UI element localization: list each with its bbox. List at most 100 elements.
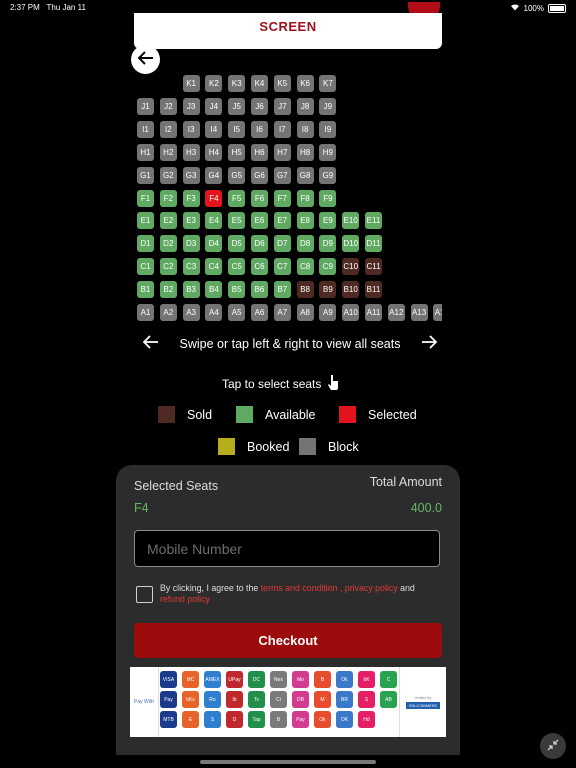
seat-h2[interactable]: H2 bbox=[159, 143, 177, 161]
seat-i1[interactable]: I1 bbox=[137, 120, 154, 138]
seat-d9[interactable]: D9 bbox=[319, 235, 337, 253]
refund-link[interactable]: refund policy bbox=[160, 594, 210, 604]
seat-k6[interactable]: K6 bbox=[296, 75, 314, 92]
seat-g9[interactable]: G9 bbox=[319, 166, 337, 184]
seat-a4[interactable]: A4 bbox=[205, 304, 223, 321]
seat-c5[interactable]: C5 bbox=[228, 258, 246, 276]
seat-c2[interactable]: C2 bbox=[159, 258, 177, 276]
agree-checkbox[interactable] bbox=[136, 586, 153, 603]
seat-i6[interactable]: I6 bbox=[251, 120, 268, 138]
seat-a8[interactable]: A8 bbox=[296, 304, 314, 321]
seat-b2[interactable]: B2 bbox=[159, 281, 177, 299]
seat-k1[interactable]: K1 bbox=[182, 75, 200, 92]
seat-i7[interactable]: I7 bbox=[273, 120, 291, 138]
privacy-link[interactable]: privacy policy bbox=[345, 583, 398, 593]
seat-e2[interactable]: E2 bbox=[159, 212, 177, 230]
seat-h4[interactable]: H4 bbox=[205, 143, 223, 161]
seat-e9[interactable]: E9 bbox=[319, 212, 337, 230]
seat-d10[interactable]: D10 bbox=[342, 235, 360, 253]
seat-i2[interactable]: I2 bbox=[159, 120, 177, 138]
seat-j6[interactable]: J6 bbox=[251, 97, 268, 115]
seat-j8[interactable]: J8 bbox=[296, 97, 314, 115]
seat-c11[interactable]: C11 bbox=[365, 258, 382, 276]
seat-a13[interactable]: A13 bbox=[410, 304, 428, 321]
seat-d7[interactable]: D7 bbox=[273, 235, 291, 253]
seat-j7[interactable]: J7 bbox=[273, 97, 291, 115]
seat-b8[interactable]: B8 bbox=[296, 281, 314, 299]
seat-k7[interactable]: K7 bbox=[319, 75, 337, 92]
seat-c1[interactable]: C1 bbox=[137, 258, 154, 276]
seat-g6[interactable]: G6 bbox=[251, 166, 268, 184]
seat-e4[interactable]: E4 bbox=[205, 212, 223, 230]
seat-a14[interactable]: A14 bbox=[433, 304, 442, 321]
seat-a10[interactable]: A10 bbox=[342, 304, 360, 321]
seat-c7[interactable]: C7 bbox=[273, 258, 291, 276]
seat-j3[interactable]: J3 bbox=[182, 97, 200, 115]
seat-b10[interactable]: B10 bbox=[342, 281, 360, 299]
seat-i5[interactable]: I5 bbox=[228, 120, 246, 138]
seat-h6[interactable]: H6 bbox=[251, 143, 268, 161]
seat-d3[interactable]: D3 bbox=[182, 235, 200, 253]
arrow-left-icon[interactable] bbox=[142, 335, 159, 352]
seat-e1[interactable]: E1 bbox=[137, 212, 154, 230]
seat-d11[interactable]: D11 bbox=[365, 235, 382, 253]
seat-f9[interactable]: F9 bbox=[319, 189, 337, 207]
shrink-button[interactable] bbox=[540, 733, 566, 759]
seat-c10[interactable]: C10 bbox=[342, 258, 360, 276]
seat-i9[interactable]: I9 bbox=[319, 120, 337, 138]
seat-f7[interactable]: F7 bbox=[273, 189, 291, 207]
seat-d2[interactable]: D2 bbox=[159, 235, 177, 253]
seat-e5[interactable]: E5 bbox=[228, 212, 246, 230]
seat-e10[interactable]: E10 bbox=[342, 212, 360, 230]
seat-e7[interactable]: E7 bbox=[273, 212, 291, 230]
seat-d4[interactable]: D4 bbox=[205, 235, 223, 253]
seat-g4[interactable]: G4 bbox=[205, 166, 223, 184]
seat-b1[interactable]: B1 bbox=[137, 281, 154, 299]
seat-i8[interactable]: I8 bbox=[296, 120, 314, 138]
seat-b5[interactable]: B5 bbox=[228, 281, 246, 299]
seat-a11[interactable]: A11 bbox=[365, 304, 382, 321]
seat-k2[interactable]: K2 bbox=[205, 75, 223, 92]
seat-f4[interactable]: F4 bbox=[205, 189, 223, 207]
seat-f8[interactable]: F8 bbox=[296, 189, 314, 207]
seat-d8[interactable]: D8 bbox=[296, 235, 314, 253]
seat-a6[interactable]: A6 bbox=[251, 304, 268, 321]
seat-j5[interactable]: J5 bbox=[228, 97, 246, 115]
seat-a7[interactable]: A7 bbox=[273, 304, 291, 321]
seat-a3[interactable]: A3 bbox=[182, 304, 200, 321]
seat-b4[interactable]: B4 bbox=[205, 281, 223, 299]
seat-b7[interactable]: B7 bbox=[273, 281, 291, 299]
seat-a9[interactable]: A9 bbox=[319, 304, 337, 321]
seat-k3[interactable]: K3 bbox=[228, 75, 246, 92]
seat-d1[interactable]: D1 bbox=[137, 235, 154, 253]
seat-g7[interactable]: G7 bbox=[273, 166, 291, 184]
seat-f3[interactable]: F3 bbox=[182, 189, 200, 207]
seat-f6[interactable]: F6 bbox=[251, 189, 268, 207]
seat-h8[interactable]: H8 bbox=[296, 143, 314, 161]
seat-d5[interactable]: D5 bbox=[228, 235, 246, 253]
seat-c6[interactable]: C6 bbox=[251, 258, 268, 276]
seat-f1[interactable]: F1 bbox=[137, 189, 154, 207]
seat-a12[interactable]: A12 bbox=[387, 304, 405, 321]
seat-e6[interactable]: E6 bbox=[251, 212, 268, 230]
seat-c3[interactable]: C3 bbox=[182, 258, 200, 276]
seat-e8[interactable]: E8 bbox=[296, 212, 314, 230]
seat-i4[interactable]: I4 bbox=[205, 120, 223, 138]
mobile-number-input[interactable] bbox=[134, 530, 440, 567]
seat-f2[interactable]: F2 bbox=[159, 189, 177, 207]
seat-c9[interactable]: C9 bbox=[319, 258, 337, 276]
seat-h5[interactable]: H5 bbox=[228, 143, 246, 161]
seat-c4[interactable]: C4 bbox=[205, 258, 223, 276]
seat-j4[interactable]: J4 bbox=[205, 97, 223, 115]
seat-d6[interactable]: D6 bbox=[251, 235, 268, 253]
seat-e11[interactable]: E11 bbox=[365, 212, 382, 230]
seat-g5[interactable]: G5 bbox=[228, 166, 246, 184]
seat-g3[interactable]: G3 bbox=[182, 166, 200, 184]
seat-b9[interactable]: B9 bbox=[319, 281, 337, 299]
arrow-right-icon[interactable] bbox=[421, 335, 438, 352]
seat-a1[interactable]: A1 bbox=[137, 304, 154, 321]
seat-f5[interactable]: F5 bbox=[228, 189, 246, 207]
seat-g1[interactable]: G1 bbox=[137, 166, 154, 184]
seat-c8[interactable]: C8 bbox=[296, 258, 314, 276]
seat-k4[interactable]: K4 bbox=[251, 75, 268, 92]
